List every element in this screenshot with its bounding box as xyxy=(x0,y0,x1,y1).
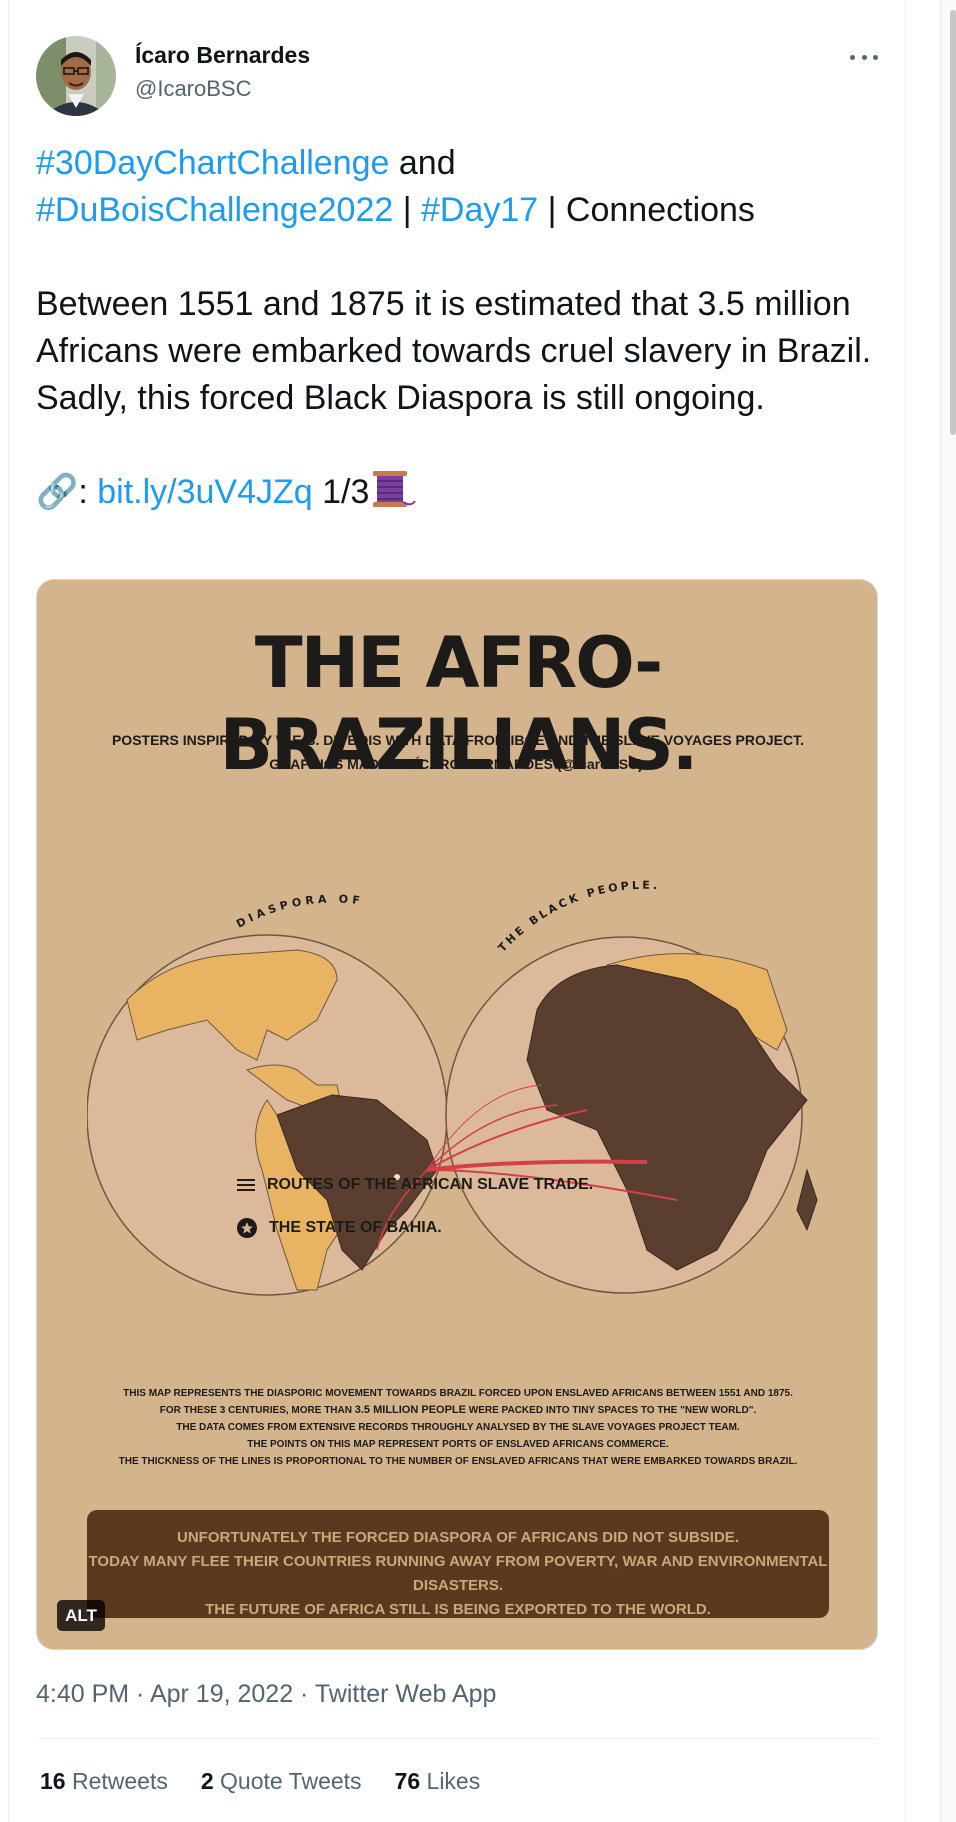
tweet-text-and: and xyxy=(389,144,456,182)
avatar-image xyxy=(36,36,116,116)
tweet-text-separator: | xyxy=(393,191,421,229)
likes-label: Likes xyxy=(420,1768,481,1794)
tweet-link[interactable]: bit.ly/3uV4JZq xyxy=(97,473,312,511)
tweet-body: Between 1551 and 1875 it is estimated th… xyxy=(36,285,872,417)
box-line1: UNFORTUNATELY THE FORCED DIASPORA OF AFR… xyxy=(177,1529,739,1546)
diaspora-map: DIASPORA OF THE BLACK PEOPLE. xyxy=(87,879,818,1296)
link-prefix: : xyxy=(78,473,98,511)
more-options-icon[interactable] xyxy=(846,42,882,72)
desc-line2b: 3.5 MILLION PEOPLE xyxy=(354,1404,466,1416)
hashtag-30daychartchallenge[interactable]: #30DayChartChallenge xyxy=(36,144,389,182)
legend-bahia-label: THE STATE OF BAHIA. xyxy=(269,1219,442,1236)
quote-tweets-stat[interactable]: 2 Quote Tweets xyxy=(201,1768,362,1795)
madagascar xyxy=(796,1168,818,1232)
routes-legend-icon xyxy=(237,1179,255,1191)
poster-subtitle-line2: GRAPHICS MADE BY ÍCARO BERNARDES (@Icaro… xyxy=(269,756,647,772)
hashtag-day17[interactable]: #Day17 xyxy=(421,191,538,229)
author-handle[interactable]: @IcaroBSC xyxy=(135,76,251,102)
box-line3: THE FUTURE OF AFRICA STILL IS BEING EXPO… xyxy=(205,1601,711,1618)
desc-line4: THE POINTS ON THIS MAP REPRESENT PORTS O… xyxy=(247,1439,669,1450)
spool-of-thread-icon xyxy=(373,471,417,507)
tweet-text: #30DayChartChallenge and #DuBoisChalleng… xyxy=(36,140,876,516)
legend-bahia: THE STATE OF BAHIA. xyxy=(237,1218,442,1238)
tweet-text-connections: | Connections xyxy=(538,191,755,229)
retweets-count: 16 xyxy=(40,1768,66,1794)
desc-line2a: FOR THESE 3 CENTURIES, MORE THAN xyxy=(159,1405,355,1416)
poster-closing-box: UNFORTUNATELY THE FORCED DIASPORA OF AFR… xyxy=(87,1510,829,1618)
alt-text-button[interactable]: ALT xyxy=(57,1600,105,1631)
legend-routes: ROUTES OF THE AFRICAN SLAVE TRADE. xyxy=(237,1176,593,1194)
likes-count: 76 xyxy=(394,1768,421,1794)
desc-line5: THE THICKNESS OF THE LINES IS PROPORTION… xyxy=(118,1456,798,1467)
likes-stat[interactable]: 76 Likes xyxy=(395,1768,481,1795)
desc-line2c: WERE PACKED INTO TINY SPACES TO THE "NEW… xyxy=(466,1405,757,1416)
legend-routes-label: ROUTES OF THE AFRICAN SLAVE TRADE. xyxy=(267,1176,594,1193)
scrollbar-thumb[interactable] xyxy=(950,10,956,435)
desc-line1: THIS MAP REPRESENTS THE DIASPORIC MOVEME… xyxy=(123,1388,793,1399)
box-line2: TODAY MANY FLEE THEIR COUNTRIES RUNNING … xyxy=(88,1553,828,1594)
poster-description: THIS MAP REPRESENTS THE DIASPORIC MOVEME… xyxy=(37,1385,877,1470)
tweet-media-image[interactable]: THE AFRO-BRAZILIANS. POSTERS INSPIRED BY… xyxy=(36,579,878,1650)
thread-count: 1/3 xyxy=(312,473,370,511)
tweet-timestamp[interactable]: 4:40 PM · Apr 19, 2022 · Twitter Web App xyxy=(36,1680,496,1709)
hashtag-duboischallenge2022[interactable]: #DuBoisChallenge2022 xyxy=(36,191,393,229)
link-emoji-icon: 🔗 xyxy=(36,473,79,511)
arc-label-left: DIASPORA OF xyxy=(234,892,364,930)
desc-line3: THE DATA COMES FROM EXTENSIVE RECORDS TH… xyxy=(176,1422,740,1433)
bahia-star-legend-icon xyxy=(237,1218,257,1238)
retweets-stat[interactable]: 16 Retweets xyxy=(40,1768,168,1795)
quote-tweets-label: Quote Tweets xyxy=(213,1768,362,1794)
avatar[interactable] xyxy=(36,36,116,116)
poster-subtitle-line1: POSTERS INSPIRED BY W.E.B. DU BOIS WITH … xyxy=(111,732,805,748)
engagement-stats: 16 Retweets 2 Quote Tweets 76 Likes xyxy=(40,1768,480,1795)
divider xyxy=(36,1738,878,1739)
quote-tweets-count: 2 xyxy=(200,1768,214,1794)
retweets-label: Retweets xyxy=(65,1768,168,1794)
author-name[interactable]: Ícaro Bernardes xyxy=(135,42,310,69)
